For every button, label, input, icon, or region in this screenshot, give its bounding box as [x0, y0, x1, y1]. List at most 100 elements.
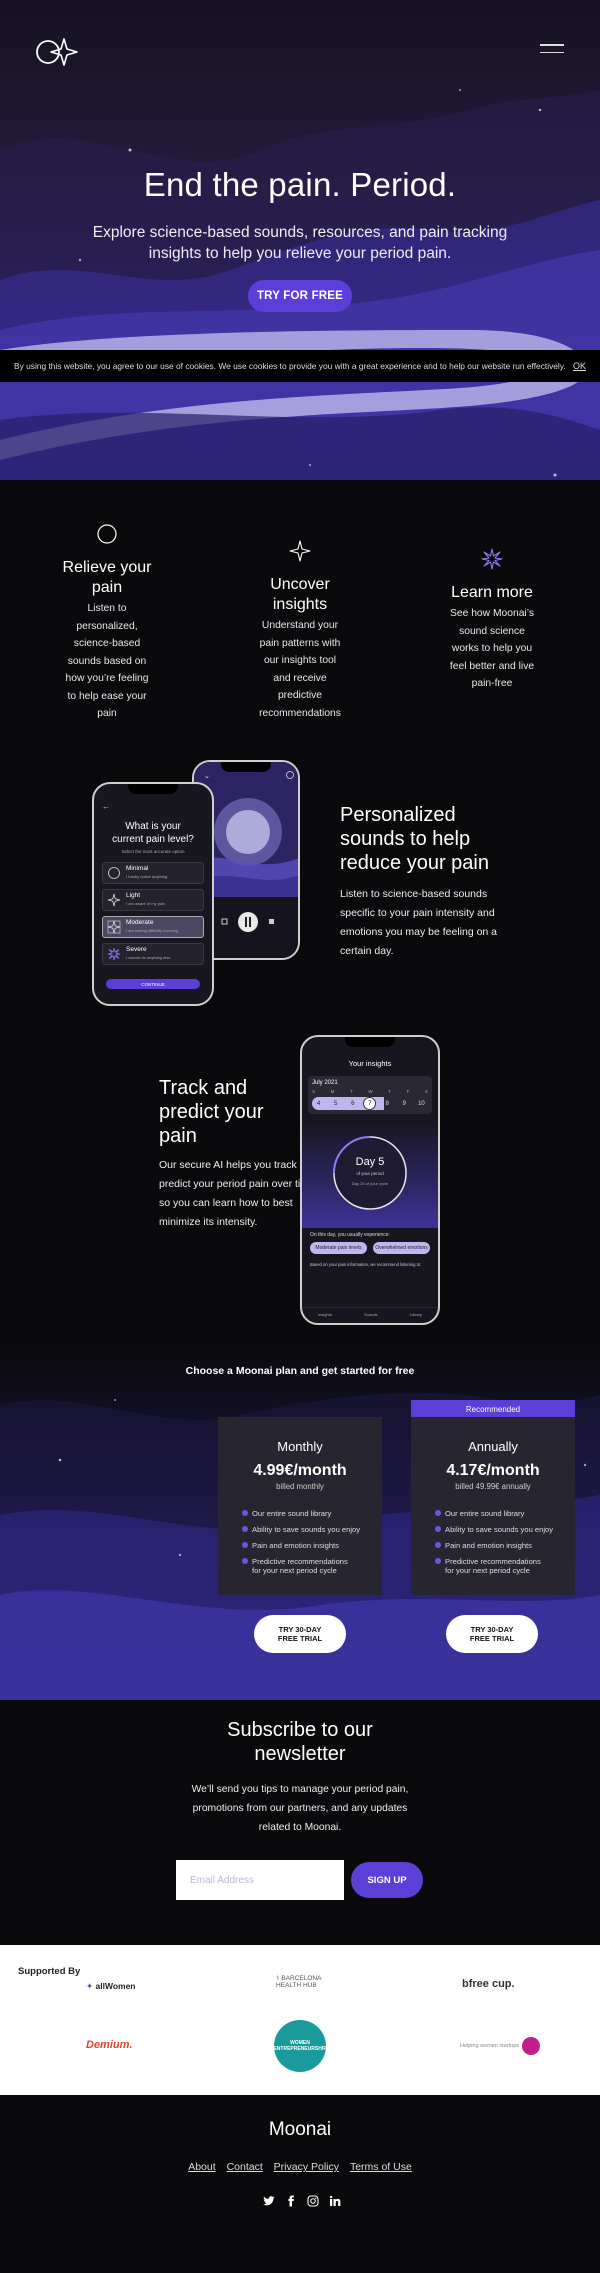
footer-brand: Moonai — [268, 2119, 332, 2140]
feature-text: Understand your pain patterns with our i… — [259, 620, 341, 719]
plan-price: 4.99€/month — [253, 1462, 347, 1479]
calendar-weekdays: SMTWTFS — [312, 1089, 428, 1094]
plan-annually: Annually 4.17€/month billed 49.99€ annua… — [411, 1417, 575, 1595]
pain-option-moderate[interactable]: Moderate I am having difficulty focusing — [102, 916, 204, 938]
feature-title: Relieve your pain — [62, 559, 152, 596]
cycle-day-label: Day 5 — [355, 1156, 385, 1168]
hamburger-menu-icon[interactable] — [540, 44, 564, 58]
annual-trial-button[interactable]: TRY 30-DAY FREE TRIAL — [446, 1615, 538, 1653]
personalized-section: ⌄ ← What is your current pain level? Sel… — [0, 720, 600, 1035]
sponsor-allwomen[interactable]: ✦ allWomen — [86, 1981, 136, 1992]
cookie-ok-button[interactable]: OK — [573, 361, 586, 371]
hero-subtitle: Explore science-based sounds, resources,… — [92, 224, 508, 262]
sponsor-startup-badge[interactable]: Helping women startups — [460, 2037, 541, 2055]
feature-text: Listen to personalized, science-based so… — [65, 603, 149, 719]
feature-title: Uncover insights — [270, 576, 330, 613]
continue-button[interactable]: CONTINUE — [106, 979, 200, 989]
track-text: Our secure AI helps you track and predic… — [159, 1159, 318, 1228]
footer: Moonai About Contact Privacy Policy Term… — [0, 2095, 600, 2246]
moonai-logo[interactable] — [34, 36, 78, 68]
instagram-icon[interactable] — [307, 2195, 319, 2207]
nav-sounds[interactable]: Sounds — [364, 1312, 378, 1317]
footer-links: About Contact Privacy Policy Terms of Us… — [0, 2161, 600, 2173]
pain-option-desc: I cannot do anything else — [126, 955, 171, 960]
sign-up-button[interactable]: SIGN UP — [351, 1862, 423, 1898]
calendar-day[interactable]: 4 — [312, 1097, 325, 1110]
sponsor-bfree-cup[interactable]: bfree cup. — [462, 1978, 515, 1990]
twitter-icon[interactable] — [263, 2195, 275, 2207]
monthly-trial-button[interactable]: TRY 30-DAY FREE TRIAL — [254, 1615, 346, 1653]
star-burst-icon — [107, 947, 121, 961]
footer-link-terms[interactable]: Terms of Use — [350, 2161, 412, 2173]
pain-question: What is your current pain level? — [112, 821, 194, 845]
pain-level-phone-mockup: ← What is your current pain level? Selec… — [92, 782, 214, 1006]
pain-option-minimal[interactable]: Minimal I hardly notice anything — [102, 862, 204, 884]
plan-feature: Our entire sound library — [435, 1509, 575, 1518]
plan-features: Our entire sound library Ability to save… — [435, 1509, 575, 1575]
calendar-day[interactable]: 9 — [398, 1097, 411, 1110]
linkedin-icon[interactable] — [329, 2195, 341, 2207]
nav-insights[interactable]: Insights — [318, 1312, 332, 1317]
nav-library[interactable]: Library — [410, 1312, 422, 1317]
calendar-day[interactable]: 10 — [415, 1097, 428, 1110]
calendar-day[interactable]: 6 — [346, 1097, 359, 1110]
plan-feature: Predictive recommendations for your next… — [435, 1557, 545, 1575]
star-icon — [107, 920, 121, 934]
experience-chip[interactable]: Moderate pain levels — [310, 1242, 367, 1254]
back-arrow-icon: ← — [102, 802, 110, 811]
sponsor-demium[interactable]: Demium. — [86, 2039, 132, 2051]
cycle-day-sub2: Day 24 of your cycle — [351, 1181, 389, 1186]
svg-text:⌄: ⌄ — [204, 773, 210, 780]
sponsor-barcelona-health-hub[interactable]: ⚕ BARCELONA HEALTH HUB — [276, 1975, 336, 1989]
feature-title: Learn more — [451, 584, 533, 601]
plan-feature: Ability to save sounds you enjoy — [435, 1525, 575, 1534]
pricing-title: Choose a Moonai plan and get started for… — [185, 1365, 415, 1377]
plan-name: Monthly — [277, 1439, 323, 1454]
personalized-text: Listen to science-based sounds specific … — [340, 888, 498, 957]
sponsor-women-entrepreneurship[interactable]: WOMEN ENTREPRENEURSHIP — [273, 2020, 327, 2072]
calendar-day[interactable]: 5 — [329, 1097, 342, 1110]
hero-section: End the pain. Period. Explore science-ba… — [0, 0, 600, 480]
pain-option-label: Minimal — [126, 865, 149, 872]
pain-option-label: Severe — [126, 946, 147, 953]
hero-title: End the pain. Period. — [143, 166, 457, 203]
recommend-text: Based on your pain information, we recom… — [310, 1262, 422, 1267]
footer-link-about[interactable]: About — [188, 2161, 215, 2173]
newsletter-section: Subscribe to our newsletter We’ll send y… — [0, 1700, 600, 1945]
pain-option-label: Moderate — [126, 919, 154, 926]
feature-relieve: Relieve your pain Listen to personalized… — [37, 523, 177, 723]
features-section: Relieve your pain Listen to personalized… — [0, 480, 600, 720]
newsletter-text: We’ll send you tips to manage your perio… — [191, 1784, 409, 1833]
pain-option-desc: I am having difficulty focusing — [126, 928, 179, 933]
footer-link-privacy[interactable]: Privacy Policy — [274, 2161, 339, 2173]
calendar: July 2021 SMTWTFS 4 5 6 7 8 9 10 — [308, 1076, 432, 1114]
plan-feature: Our entire sound library — [242, 1509, 382, 1518]
cycle-ring-panel: Day 5 of your period Day 24 of your cycl… — [302, 1118, 438, 1228]
personalized-title: Personalized sounds to help reduce your … — [340, 804, 489, 874]
cookie-banner: By using this website, you agree to our … — [0, 350, 600, 382]
plan-feature: Pain and emotion insights — [242, 1541, 382, 1550]
pain-option-severe[interactable]: Severe I cannot do anything else — [102, 943, 204, 965]
experience-chip[interactable]: Overwhelmed emotions — [373, 1242, 430, 1254]
try-for-free-button[interactable]: TRY FOR FREE — [248, 280, 352, 312]
star-burst-icon — [481, 548, 503, 570]
pain-option-label: Light — [126, 892, 141, 899]
email-input[interactable] — [176, 1860, 344, 1900]
footer-link-contact[interactable]: Contact — [227, 2161, 263, 2173]
calendar-day-selected[interactable]: 7 — [363, 1097, 377, 1110]
plan-billed: billed monthly — [276, 1482, 324, 1491]
calendar-day[interactable]: 8 — [381, 1097, 394, 1110]
plan-feature: Predictive recommendations for your next… — [242, 1557, 352, 1575]
facebook-icon[interactable] — [285, 2195, 297, 2207]
feature-text: See how Moonai’s sound science works to … — [449, 608, 535, 689]
pain-option-desc: I hardly notice anything — [126, 874, 168, 879]
pricing-section: Choose a Moonai plan and get started for… — [0, 1345, 600, 1700]
insights-phone-mockup: Your insights July 2021 SMTWTFS 4 5 6 7 … — [300, 1035, 440, 1325]
pain-option-light[interactable]: Light I am aware of my pain — [102, 889, 204, 911]
plan-monthly: Monthly 4.99€/month billed monthly Our e… — [218, 1417, 382, 1595]
feature-insights: Uncover insights Understand your pain pa… — [230, 540, 370, 722]
plan-feature: Ability to save sounds you enjoy — [242, 1525, 382, 1534]
social-links — [263, 2195, 341, 2207]
calendar-week: 4 5 6 7 8 9 10 — [312, 1097, 428, 1110]
sparkle-icon — [289, 540, 311, 562]
